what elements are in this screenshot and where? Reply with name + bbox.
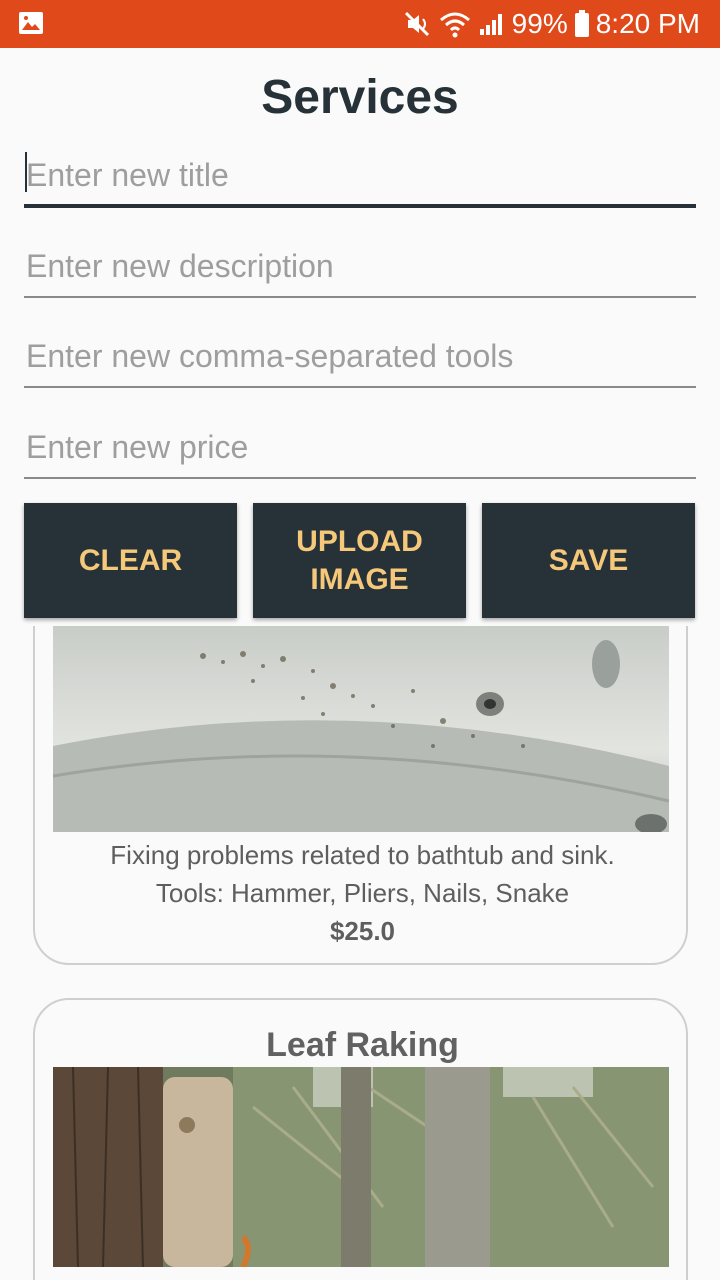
- mute-vibrate-icon: [402, 9, 432, 39]
- cell-signal-icon: [478, 11, 506, 37]
- service-image-bathtub: [53, 626, 669, 832]
- service-description: Fixing problems related to bathtub and s…: [110, 840, 615, 870]
- upload-button-label-line1: UPLOAD: [296, 524, 423, 558]
- gallery-notification-icon: [18, 11, 44, 40]
- services-list[interactable]: Fixing problems related to bathtub and s…: [0, 626, 720, 1280]
- description-input[interactable]: [24, 236, 696, 298]
- service-image-forest: [53, 1067, 669, 1267]
- page-title: Services: [261, 71, 459, 124]
- battery-icon: [574, 10, 590, 38]
- service-title: Leaf Raking: [266, 1026, 459, 1064]
- service-card[interactable]: Leaf Raking: [33, 998, 688, 1280]
- text-cursor: [25, 152, 27, 192]
- upload-button-label-line2: IMAGE: [310, 562, 409, 596]
- clear-button[interactable]: CLEAR: [24, 503, 237, 618]
- clock: 8:20 PM: [595, 8, 700, 39]
- save-button-label: SAVE: [548, 543, 629, 577]
- wifi-icon: [438, 9, 472, 39]
- service-card[interactable]: Fixing problems related to bathtub and s…: [33, 626, 688, 965]
- price-input[interactable]: [24, 417, 696, 479]
- save-button[interactable]: SAVE: [482, 503, 695, 618]
- clear-button-label: CLEAR: [78, 543, 183, 577]
- tools-input[interactable]: [24, 326, 696, 388]
- status-bar: 99% 8:20 PM: [0, 0, 720, 48]
- service-tools: Tools: Hammer, Pliers, Nails, Snake: [155, 878, 570, 908]
- upload-image-button[interactable]: UPLOAD IMAGE: [253, 503, 466, 618]
- battery-percent: 99%: [511, 8, 568, 39]
- title-input[interactable]: [24, 146, 696, 208]
- service-price: $25.0: [329, 916, 396, 946]
